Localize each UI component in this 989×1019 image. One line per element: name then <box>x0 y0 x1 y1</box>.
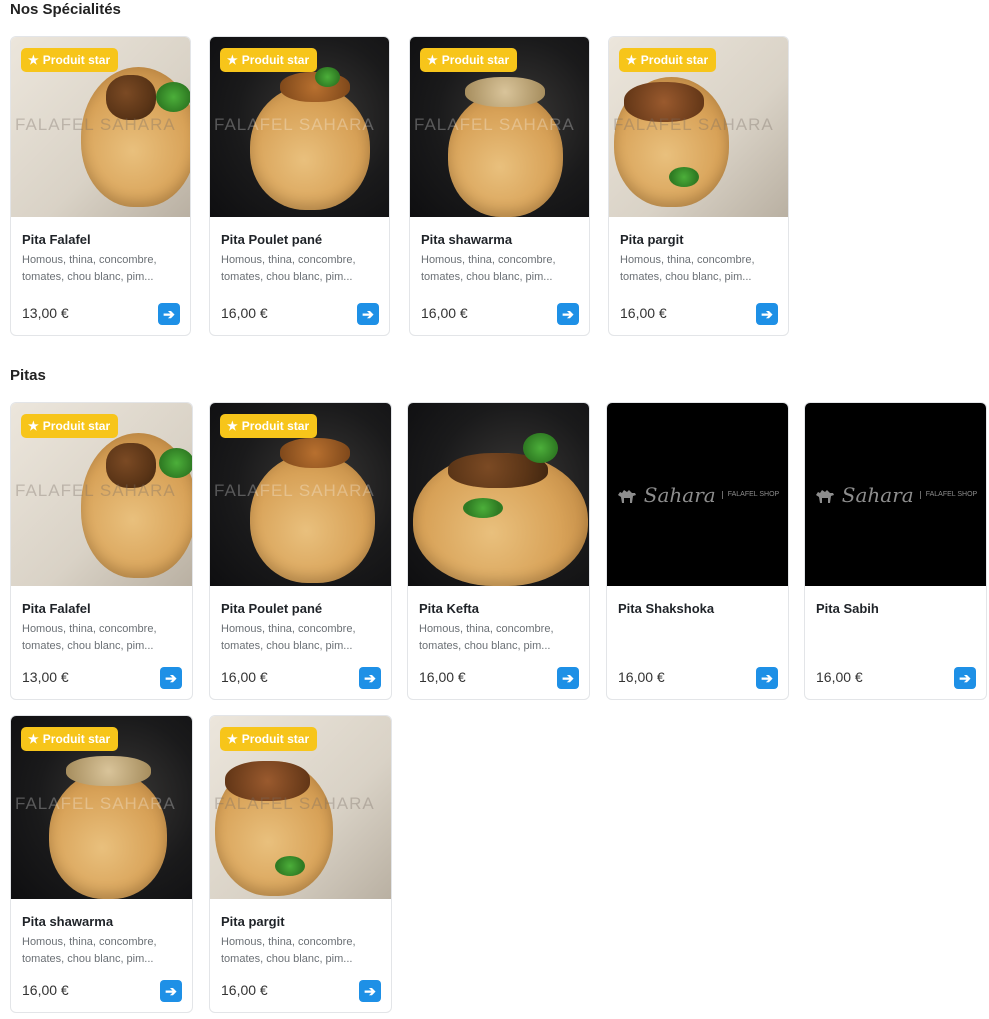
product-name: Pita shawarma <box>421 232 513 247</box>
product-card[interactable]: FALAFEL SAHARA ★ Produit star Pita Falafe… <box>10 36 191 336</box>
product-price: 16,00 € <box>419 669 466 685</box>
arrow-right-icon[interactable]: ➔ <box>756 303 778 325</box>
product-name: Pita Sabih <box>816 601 879 616</box>
product-name: Pita Poulet pané <box>221 601 323 616</box>
watermark: FALAFEL SAHARA <box>15 481 176 500</box>
placeholder-logo: Sahara FALAFEL SHOP <box>805 403 986 586</box>
star-icon: ★ <box>28 53 39 67</box>
arrow-right-icon[interactable]: ➔ <box>158 303 180 325</box>
product-description: Homous, thina, concombre, tomates, chou … <box>620 254 755 283</box>
badge-label: Produit star <box>42 419 111 433</box>
arrow-right-icon[interactable]: ➔ <box>359 980 381 1002</box>
star-badge: ★ Produit star <box>21 414 119 438</box>
product-name: Pita Poulet pané <box>221 232 323 247</box>
product-description: Homous, thina, concombre, tomates, chou … <box>22 254 157 283</box>
section-title-specialites: Nos Spécialités <box>10 1 121 18</box>
star-badge: ★ Produit star <box>619 48 717 72</box>
product-name: Pita Kefta <box>419 601 479 616</box>
camel-icon <box>617 489 636 503</box>
product-name: Pita Falafel <box>22 601 91 616</box>
product-card[interactable]: Sahara FALAFEL SHOP Pita Shakshoka 16,00… <box>606 402 789 700</box>
star-icon: ★ <box>227 732 238 746</box>
arrow-right-icon[interactable]: ➔ <box>357 303 379 325</box>
product-name: Pita Shakshoka <box>618 601 715 616</box>
product-card[interactable]: FALAFEL SAHARA ★ Produit star Pita shawar… <box>10 715 193 1013</box>
product-image <box>408 403 589 586</box>
watermark: FALAFEL SAHARA <box>214 115 375 134</box>
arrow-right-icon[interactable]: ➔ <box>160 980 182 1002</box>
product-description: Homous, thina, concombre, tomates, chou … <box>22 936 157 965</box>
watermark: FALAFEL SAHARA <box>214 481 375 500</box>
watermark: FALAFEL SAHARA <box>414 115 575 134</box>
product-price: 13,00 € <box>22 305 69 321</box>
logo-sub: FALAFEL SHOP <box>721 490 779 499</box>
logo-brand: Sahara <box>841 482 914 507</box>
product-description: Homous, thina, concombre, tomates, chou … <box>419 623 554 652</box>
product-description: Homous, thina, concombre, tomates, chou … <box>22 623 157 652</box>
placeholder-logo: Sahara FALAFEL SHOP <box>607 403 788 586</box>
watermark: FALAFEL SAHARA <box>15 115 176 134</box>
arrow-right-icon[interactable]: ➔ <box>954 667 976 689</box>
product-price: 16,00 € <box>421 305 468 321</box>
camel-icon <box>815 489 834 503</box>
watermark: FALAFEL SAHARA <box>15 794 176 813</box>
product-description: Homous, thina, concombre, tomates, chou … <box>221 936 356 965</box>
product-name: Pita pargit <box>620 232 684 247</box>
product-card[interactable]: FALAFEL SAHARA ★ Produit star Pita shawar… <box>409 36 590 336</box>
product-price: 16,00 € <box>618 669 665 685</box>
star-badge: ★ Produit star <box>220 48 318 72</box>
arrow-right-icon[interactable]: ➔ <box>359 667 381 689</box>
product-description: Homous, thina, concombre, tomates, chou … <box>221 623 356 652</box>
star-icon: ★ <box>427 53 438 67</box>
badge-label: Produit star <box>241 732 310 746</box>
star-badge: ★ Produit star <box>21 48 119 72</box>
badge-label: Produit star <box>640 53 709 67</box>
arrow-right-icon[interactable]: ➔ <box>557 303 579 325</box>
logo-brand: Sahara <box>643 482 716 507</box>
star-badge: ★ Produit star <box>220 414 318 438</box>
arrow-right-icon[interactable]: ➔ <box>756 667 778 689</box>
product-price: 16,00 € <box>620 305 667 321</box>
arrow-right-icon[interactable]: ➔ <box>160 667 182 689</box>
star-icon: ★ <box>626 53 637 67</box>
product-card[interactable]: FALAFEL SAHARA ★ Produit star Pita Poulet… <box>209 36 390 336</box>
star-icon: ★ <box>28 419 39 433</box>
badge-label: Produit star <box>42 732 111 746</box>
product-price: 16,00 € <box>221 982 268 998</box>
product-card[interactable]: Pita Kefta Homous, thina, concombre, tom… <box>407 402 590 700</box>
star-icon: ★ <box>227 419 238 433</box>
product-price: 16,00 € <box>22 982 69 998</box>
star-badge: ★ Produit star <box>220 727 318 751</box>
product-card[interactable]: FALAFEL SAHARA ★ Produit star Pita Falafe… <box>10 402 193 700</box>
product-card[interactable]: FALAFEL SAHARA ★ Produit star Pita pargit… <box>608 36 789 336</box>
star-icon: ★ <box>227 53 238 67</box>
section-title-pitas: Pitas <box>10 367 46 384</box>
star-icon: ★ <box>28 732 39 746</box>
product-description: Homous, thina, concombre, tomates, chou … <box>421 254 556 283</box>
product-card[interactable]: FALAFEL SAHARA ★ Produit star Pita Poulet… <box>209 402 392 700</box>
arrow-right-icon[interactable]: ➔ <box>557 667 579 689</box>
product-description: Homous, thina, concombre, tomates, chou … <box>221 254 356 283</box>
product-card[interactable]: FALAFEL SAHARA ★ Produit star Pita pargit… <box>209 715 392 1013</box>
badge-label: Produit star <box>441 53 510 67</box>
product-name: Pita pargit <box>221 914 285 929</box>
watermark: FALAFEL SAHARA <box>613 115 774 134</box>
product-name: Pita shawarma <box>22 914 114 929</box>
watermark: FALAFEL SAHARA <box>214 794 375 813</box>
product-image: Sahara FALAFEL SHOP <box>607 403 788 586</box>
star-badge: ★ Produit star <box>420 48 518 72</box>
product-card[interactable]: Sahara FALAFEL SHOP Pita Sabih 16,00 € ➔ <box>804 402 987 700</box>
product-price: 16,00 € <box>221 305 268 321</box>
product-image: Sahara FALAFEL SHOP <box>805 403 986 586</box>
logo-sub: FALAFEL SHOP <box>919 490 977 499</box>
star-badge: ★ Produit star <box>21 727 119 751</box>
product-price: 16,00 € <box>816 669 863 685</box>
product-price: 13,00 € <box>22 669 69 685</box>
badge-label: Produit star <box>241 419 310 433</box>
product-price: 16,00 € <box>221 669 268 685</box>
badge-label: Produit star <box>42 53 111 67</box>
product-name: Pita Falafel <box>22 232 91 247</box>
badge-label: Produit star <box>241 53 310 67</box>
